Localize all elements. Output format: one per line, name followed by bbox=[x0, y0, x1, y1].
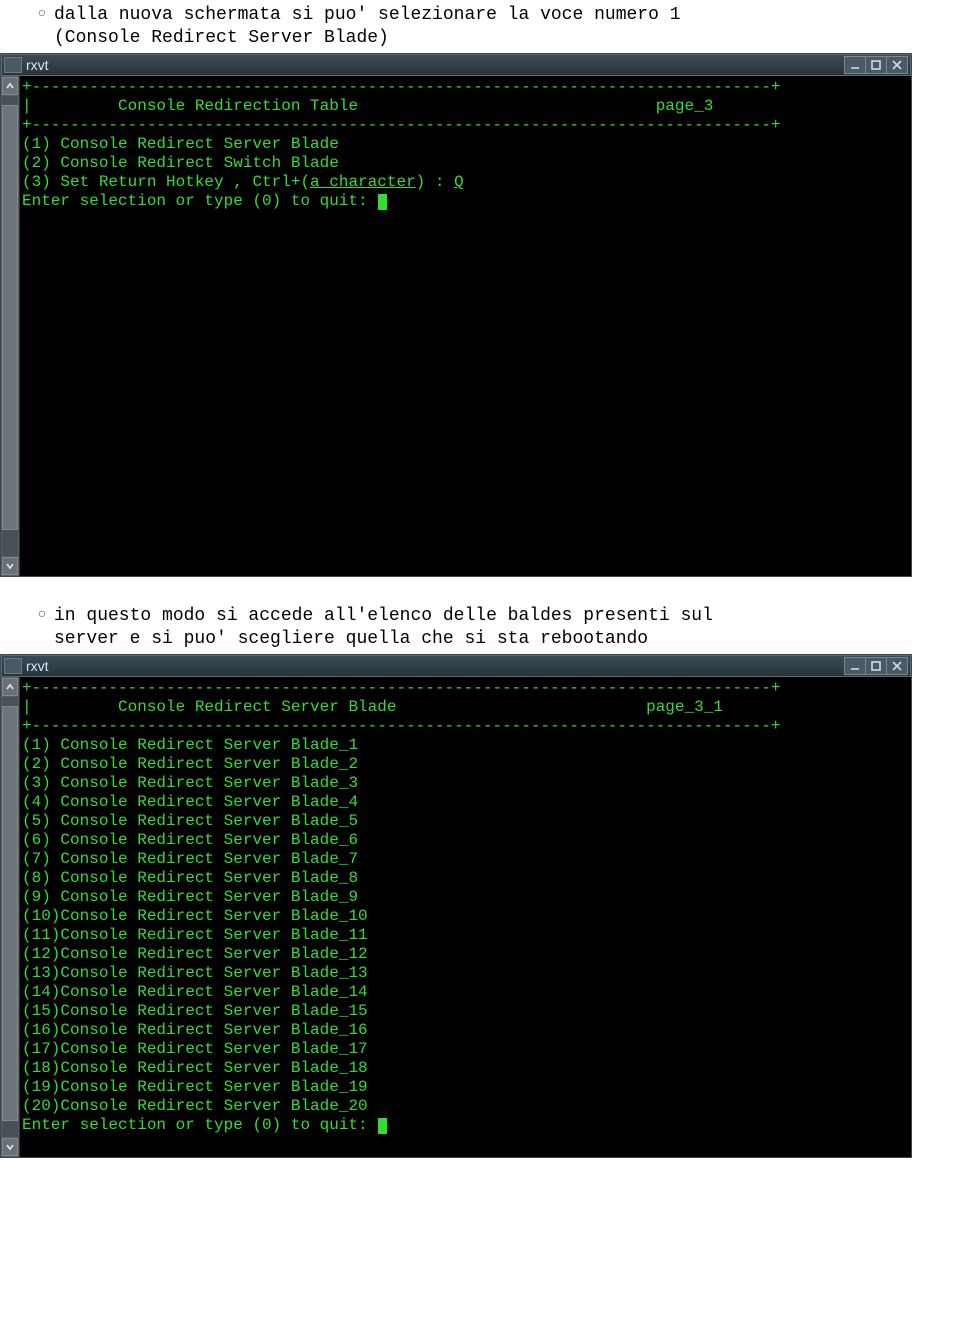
window-menu-icon[interactable] bbox=[4, 658, 22, 674]
menu-item: (11)Console Redirect Server Blade_11 bbox=[22, 926, 909, 945]
window-menu-icon[interactable] bbox=[4, 57, 22, 73]
menu-item: (5) Console Redirect Server Blade_5 bbox=[22, 812, 909, 831]
close-button[interactable] bbox=[886, 56, 908, 74]
scrollbar[interactable] bbox=[1, 76, 20, 576]
bullet-icon: ○ bbox=[30, 605, 54, 625]
menu-item: (14)Console Redirect Server Blade_14 bbox=[22, 983, 909, 1002]
menu-item: (13)Console Redirect Server Blade_13 bbox=[22, 964, 909, 983]
menu-item: (17)Console Redirect Server Blade_17 bbox=[22, 1040, 909, 1059]
list-item: ○ dalla nuova schermata si puo' selezion… bbox=[30, 4, 960, 49]
minimize-button[interactable] bbox=[844, 657, 866, 675]
window-controls bbox=[845, 56, 908, 74]
window-title: rxvt bbox=[26, 57, 845, 73]
menu-item: (15)Console Redirect Server Blade_15 bbox=[22, 1002, 909, 1021]
terminal-output[interactable]: +---------------------------------------… bbox=[20, 76, 911, 576]
menu-item: (3) Console Redirect Server Blade_3 bbox=[22, 774, 909, 793]
terminal-header: | Console Redirect Server Blade page_3_1 bbox=[22, 698, 909, 717]
terminal-window-2: rxvt +----------------------------------… bbox=[0, 654, 912, 1158]
menu-item: (2) Console Redirect Switch Blade bbox=[22, 154, 909, 173]
cursor-icon bbox=[378, 194, 387, 210]
terminal-border: +---------------------------------------… bbox=[22, 679, 909, 698]
menu-item: (10)Console Redirect Server Blade_10 bbox=[22, 907, 909, 926]
scroll-down-icon[interactable] bbox=[2, 557, 18, 575]
terminal-border: +---------------------------------------… bbox=[22, 717, 909, 736]
terminal-output[interactable]: +---------------------------------------… bbox=[20, 677, 911, 1157]
minimize-button[interactable] bbox=[844, 56, 866, 74]
window-controls bbox=[845, 657, 908, 675]
menu-item: (18)Console Redirect Server Blade_18 bbox=[22, 1059, 909, 1078]
maximize-button[interactable] bbox=[865, 657, 887, 675]
titlebar[interactable]: rxvt bbox=[1, 54, 911, 76]
cursor-icon bbox=[378, 1118, 387, 1134]
scrollbar-track[interactable] bbox=[2, 96, 18, 556]
menu-item: (12)Console Redirect Server Blade_12 bbox=[22, 945, 909, 964]
list-item-text: dalla nuova schermata si puo' selezionar… bbox=[54, 4, 681, 49]
window-title: rxvt bbox=[26, 658, 845, 674]
scrollbar[interactable] bbox=[1, 677, 20, 1157]
scroll-up-icon[interactable] bbox=[2, 678, 18, 696]
menu-item: (16)Console Redirect Server Blade_16 bbox=[22, 1021, 909, 1040]
menu-item: (8) Console Redirect Server Blade_8 bbox=[22, 869, 909, 888]
terminal-prompt[interactable]: Enter selection or type (0) to quit: bbox=[22, 192, 909, 211]
list-item-text: in questo modo si accede all'elenco dell… bbox=[54, 605, 713, 650]
terminal-window-1: rxvt +----------------------------------… bbox=[0, 53, 912, 577]
scroll-down-icon[interactable] bbox=[2, 1138, 18, 1156]
terminal-border: +---------------------------------------… bbox=[22, 78, 909, 97]
maximize-button[interactable] bbox=[865, 56, 887, 74]
bullet-icon: ○ bbox=[30, 4, 54, 24]
menu-item: (1) Console Redirect Server Blade bbox=[22, 135, 909, 154]
scrollbar-thumb[interactable] bbox=[2, 105, 18, 530]
menu-item: (19)Console Redirect Server Blade_19 bbox=[22, 1078, 909, 1097]
scroll-up-icon[interactable] bbox=[2, 77, 18, 95]
menu-item: (7) Console Redirect Server Blade_7 bbox=[22, 850, 909, 869]
scrollbar-track[interactable] bbox=[2, 697, 18, 1137]
menu-item: (3) Set Return Hotkey , Ctrl+(a characte… bbox=[22, 173, 909, 192]
titlebar[interactable]: rxvt bbox=[1, 655, 911, 677]
menu-item: (1) Console Redirect Server Blade_1 bbox=[22, 736, 909, 755]
scrollbar-thumb[interactable] bbox=[2, 706, 18, 1122]
menu-item: (9) Console Redirect Server Blade_9 bbox=[22, 888, 909, 907]
menu-item: (6) Console Redirect Server Blade_6 bbox=[22, 831, 909, 850]
menu-item: (4) Console Redirect Server Blade_4 bbox=[22, 793, 909, 812]
menu-item: (20)Console Redirect Server Blade_20 bbox=[22, 1097, 909, 1116]
list-item: ○ in questo modo si accede all'elenco de… bbox=[30, 605, 960, 650]
terminal-prompt[interactable]: Enter selection or type (0) to quit: bbox=[22, 1116, 909, 1135]
menu-item: (2) Console Redirect Server Blade_2 bbox=[22, 755, 909, 774]
terminal-header: | Console Redirection Table page_3 bbox=[22, 97, 909, 116]
close-button[interactable] bbox=[886, 657, 908, 675]
terminal-border: +---------------------------------------… bbox=[22, 116, 909, 135]
